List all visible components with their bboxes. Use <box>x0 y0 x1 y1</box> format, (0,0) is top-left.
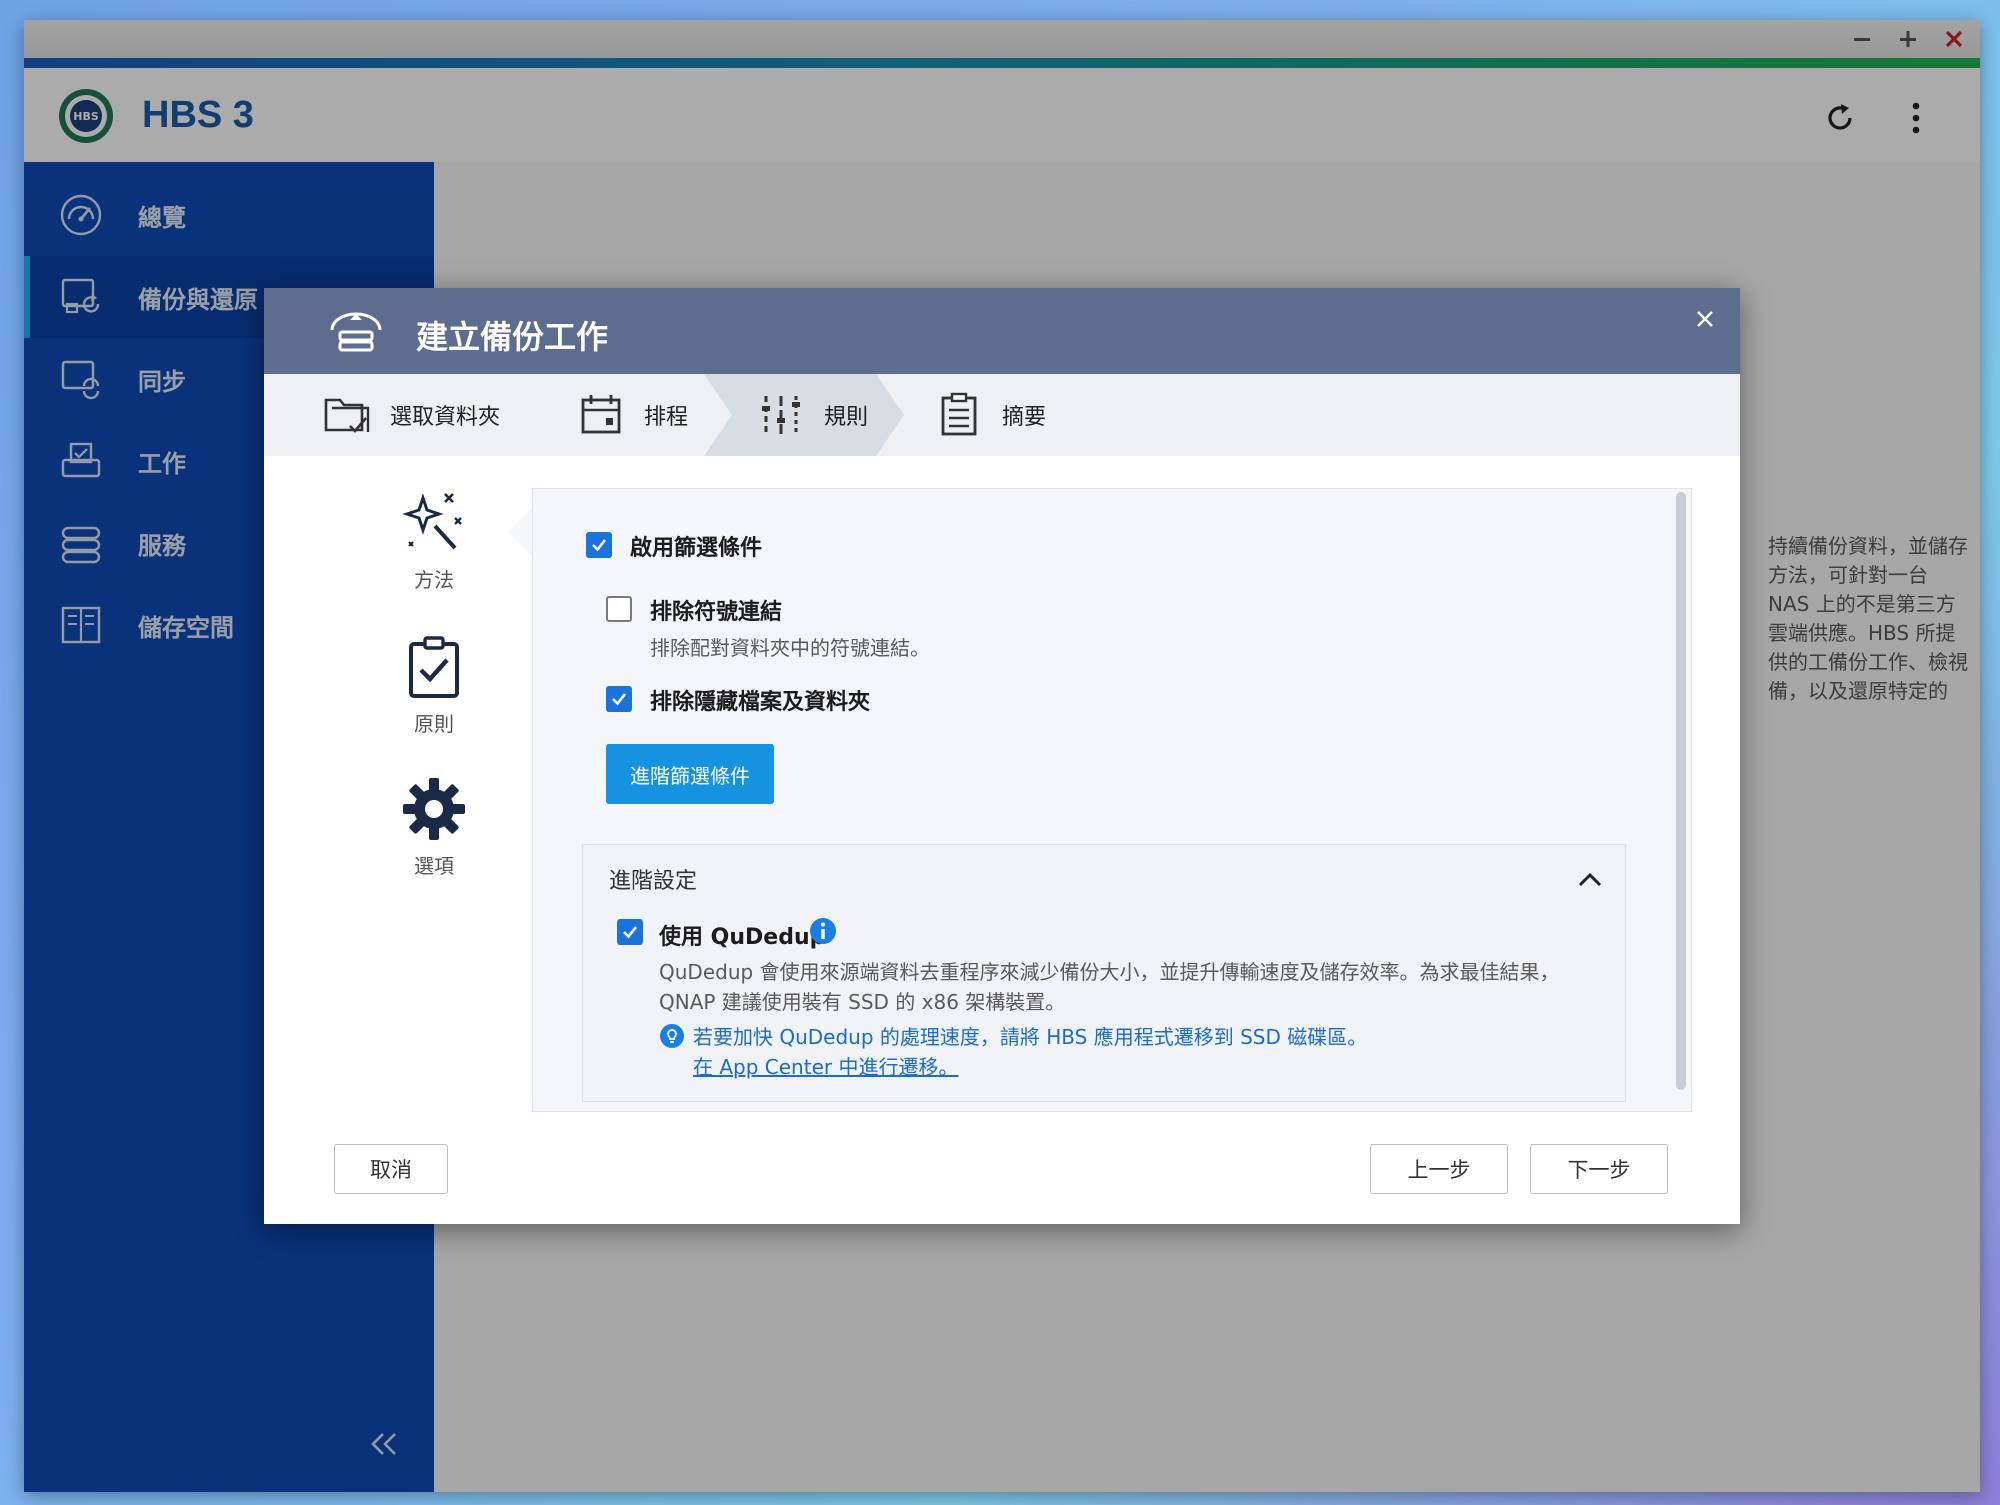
nav-label: 選項 <box>414 854 454 878</box>
enable-filter-checkbox[interactable] <box>586 532 612 558</box>
qudedup-tip: 若要加快 QuDedup 的處理速度，請將 HBS 應用程式遷移到 SSD 磁碟… <box>693 1025 1368 1049</box>
qudedup-desc: QuDedup 會使用來源端資料去重程序來減少備份大小，並提升傳輸速度及儲存效率… <box>659 960 1560 1014</box>
migrate-app-center-link[interactable]: 在 App Center 中進行遷移。 <box>693 1051 958 1080</box>
cancel-button[interactable]: 取消 <box>334 1144 448 1194</box>
exclude-hidden-label: 排除隱藏檔案及資料夾 <box>650 690 871 715</box>
step-rules[interactable]: 規則 <box>756 374 868 456</box>
step-label: 選取資料夾 <box>390 405 501 430</box>
advanced-settings-section: 進階設定 使用 QuDedup QuDedup 會使用來源端資料去重程序來減少備… <box>582 844 1626 1102</box>
gear-icon <box>399 774 469 844</box>
step-label: 排程 <box>644 405 689 430</box>
step-summary[interactable]: 摘要 <box>934 374 1046 456</box>
chevron-up-icon[interactable] <box>1575 865 1605 895</box>
enable-filter-label: 啟用篩選條件 <box>630 536 763 561</box>
magic-wand-icon <box>399 488 469 558</box>
clipboard-check-icon <box>399 632 469 702</box>
step-label: 規則 <box>824 405 869 430</box>
create-backup-job-dialog: 建立備份工作 選取資料夾 排程 規則 摘要 方法 原則 選項 啟用篩選條件 排除… <box>264 288 1740 1224</box>
exclude-symlinks-checkbox[interactable] <box>606 596 632 622</box>
panel-pointer <box>508 506 534 558</box>
clipboard-list-icon <box>934 390 984 440</box>
nav-method[interactable]: 方法 <box>364 488 504 593</box>
exclude-hidden-checkbox[interactable] <box>606 686 632 712</box>
nav-label: 原則 <box>414 712 454 736</box>
advanced-settings-title: 進階設定 <box>609 869 698 894</box>
dialog-title: 建立備份工作 <box>416 318 609 356</box>
back-button[interactable]: 上一步 <box>1370 1144 1508 1194</box>
dialog-header: 建立備份工作 <box>264 288 1740 374</box>
step-select-folder[interactable]: 選取資料夾 <box>322 374 500 456</box>
sliders-icon <box>756 390 806 440</box>
wizard-steps: 選取資料夾 排程 規則 摘要 <box>264 374 1740 456</box>
nav-policy[interactable]: 原則 <box>364 632 504 737</box>
nav-label: 方法 <box>414 568 454 592</box>
backup-job-icon <box>326 308 386 356</box>
panel-scrollbar[interactable] <box>1676 492 1686 1090</box>
advanced-filter-button[interactable]: 進階篩選條件 <box>606 744 774 804</box>
folder-icon <box>322 390 372 440</box>
qudedup-checkbox[interactable] <box>617 919 643 945</box>
nav-options[interactable]: 選項 <box>364 774 504 879</box>
exclude-symlinks-desc: 排除配對資料夾中的符號連結。 <box>650 636 930 660</box>
exclude-symlinks-label: 排除符號連結 <box>650 600 783 625</box>
step-label: 摘要 <box>1002 405 1047 430</box>
step-schedule[interactable]: 排程 <box>576 374 688 456</box>
lightbulb-icon <box>659 1023 685 1049</box>
dialog-close-icon[interactable] <box>1690 304 1720 334</box>
next-button[interactable]: 下一步 <box>1530 1144 1668 1194</box>
calendar-icon <box>576 390 626 440</box>
qudedup-label: 使用 QuDedup <box>659 925 826 950</box>
info-icon[interactable] <box>809 917 837 945</box>
